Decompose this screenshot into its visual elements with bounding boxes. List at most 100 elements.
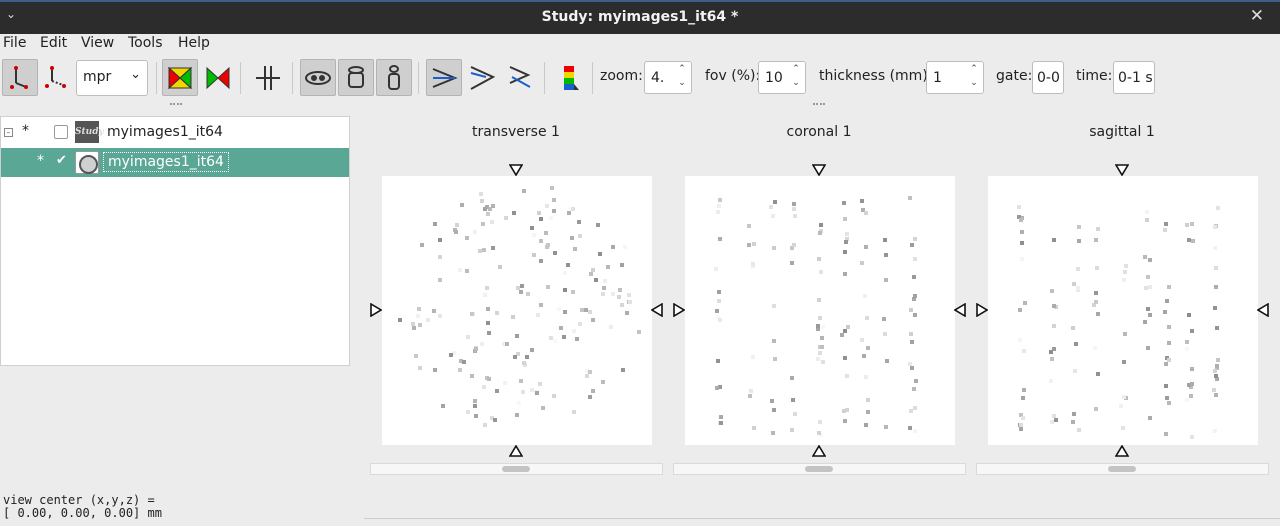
time-label: time: — [1076, 68, 1113, 84]
top-marker-icon[interactable] — [1115, 164, 1129, 176]
voxel — [601, 292, 605, 296]
checkmark-icon[interactable]: ✔ — [56, 153, 67, 168]
zoom-spinbox[interactable]: 4. ⌃ ⌄ — [644, 61, 692, 94]
voxel — [559, 326, 563, 330]
view-transverse-icon[interactable] — [426, 59, 462, 96]
voxel — [466, 410, 470, 414]
splitter-handle[interactable] — [813, 103, 825, 106]
top-marker-icon[interactable] — [812, 164, 826, 176]
voxel — [479, 192, 483, 196]
voxel — [1167, 401, 1171, 405]
fov-value: 10 — [765, 70, 783, 86]
spin-arrows-icon[interactable]: ⌃ ⌄ — [673, 62, 691, 93]
voxel — [512, 211, 516, 215]
voxel — [751, 262, 755, 266]
voxel — [818, 420, 822, 424]
transverse-canvas[interactable] — [382, 176, 652, 445]
view-mode-select[interactable]: mpr ⌄ — [76, 60, 148, 96]
voxel — [818, 316, 822, 320]
voxel — [840, 333, 844, 337]
splitter-handle[interactable] — [170, 103, 182, 106]
right-marker-icon[interactable] — [954, 303, 966, 317]
thickness-spinbox[interactable]: 1 ⌃ ⌄ — [926, 61, 984, 94]
spin-arrows-icon[interactable]: ⌃ ⌄ — [965, 62, 983, 93]
fuse-blend-icon[interactable] — [300, 59, 336, 96]
voxel — [772, 339, 776, 343]
voxel — [438, 278, 442, 282]
voxel — [606, 265, 610, 269]
voxel — [449, 353, 453, 357]
target-red-icon[interactable] — [200, 59, 236, 96]
menu-tools[interactable]: Tools — [128, 35, 163, 51]
divider — [364, 518, 1280, 519]
voxel — [771, 431, 775, 435]
voxel — [1071, 326, 1075, 330]
left-marker-icon[interactable] — [370, 303, 382, 317]
voxel — [637, 330, 641, 334]
left-marker-icon[interactable] — [673, 303, 685, 317]
crosshair-icon[interactable] — [250, 59, 286, 96]
left-marker-icon[interactable] — [976, 303, 988, 317]
voxel — [816, 357, 820, 361]
voxel — [715, 309, 719, 313]
fov-spinbox[interactable]: 10 ⌃ ⌄ — [758, 61, 806, 94]
voxel — [860, 338, 864, 342]
voxel — [557, 307, 561, 311]
top-marker-icon[interactable] — [509, 164, 523, 176]
bottom-marker-icon[interactable] — [812, 445, 826, 457]
study-checkbox[interactable] — [54, 125, 68, 139]
zoom-value: 4. — [651, 70, 665, 86]
voxel — [865, 316, 869, 320]
modified-marker: * — [37, 153, 44, 169]
voxel — [485, 286, 489, 290]
fuse-single-icon[interactable] — [376, 59, 412, 96]
close-icon[interactable]: ✕ — [1250, 6, 1264, 26]
scrollbar-thumb[interactable] — [1108, 466, 1136, 472]
gate-button[interactable]: 0-0 — [1032, 61, 1064, 94]
target-yellow-icon[interactable] — [162, 59, 198, 96]
voxel — [515, 413, 519, 417]
menu-help[interactable]: Help — [178, 35, 210, 51]
collapse-icon[interactable]: – — [4, 128, 13, 137]
voxel — [817, 298, 821, 302]
separator — [156, 62, 157, 94]
voxel — [1146, 275, 1150, 279]
voxel — [538, 382, 542, 386]
coronal-scrollbar[interactable] — [673, 463, 966, 475]
menu-edit[interactable]: Edit — [40, 35, 67, 51]
right-marker-icon[interactable] — [1257, 303, 1269, 317]
menu-file[interactable]: File — [3, 35, 26, 51]
voxel — [714, 267, 718, 271]
voxel — [792, 202, 796, 206]
voxel — [511, 315, 515, 319]
voxel — [885, 359, 889, 363]
voxel — [465, 236, 469, 240]
bottom-marker-icon[interactable] — [1115, 445, 1129, 457]
bottom-marker-icon[interactable] — [509, 445, 523, 457]
fuse-overlay-icon[interactable] — [338, 59, 374, 96]
voxel — [578, 234, 582, 238]
voxel — [843, 356, 847, 360]
scrollbar-thumb[interactable] — [805, 466, 833, 472]
transverse-scrollbar[interactable] — [370, 463, 663, 475]
line-profile-icon[interactable] — [2, 59, 38, 96]
voxel — [526, 292, 530, 296]
roi-tool-icon[interactable] — [38, 59, 74, 96]
sagittal-scrollbar[interactable] — [976, 463, 1269, 475]
coronal-canvas[interactable] — [685, 176, 955, 445]
view-title-coronal: coronal 1 — [786, 124, 852, 140]
voxel — [718, 318, 722, 322]
view-coronal-icon[interactable] — [464, 59, 500, 96]
sagittal-canvas[interactable] — [988, 176, 1258, 445]
view-sagittal-icon[interactable] — [502, 59, 538, 96]
voxel — [819, 270, 823, 274]
status-readout: view center (x,y,z) = [ 0.00, 0.00, 0.00… — [3, 494, 162, 520]
scrollbar-thumb[interactable] — [502, 466, 530, 472]
right-marker-icon[interactable] — [651, 303, 663, 317]
spin-arrows-icon[interactable]: ⌃ ⌄ — [787, 62, 805, 93]
tree-row-image[interactable]: * ✔ myimages1_it64 — [1, 148, 349, 177]
tree-row-study[interactable]: – * Study myimages1_it64 — [1, 118, 349, 147]
time-button[interactable]: 0-1 s — [1113, 61, 1155, 94]
colormap-icon[interactable] — [552, 59, 588, 96]
menu-view[interactable]: View — [81, 35, 114, 51]
